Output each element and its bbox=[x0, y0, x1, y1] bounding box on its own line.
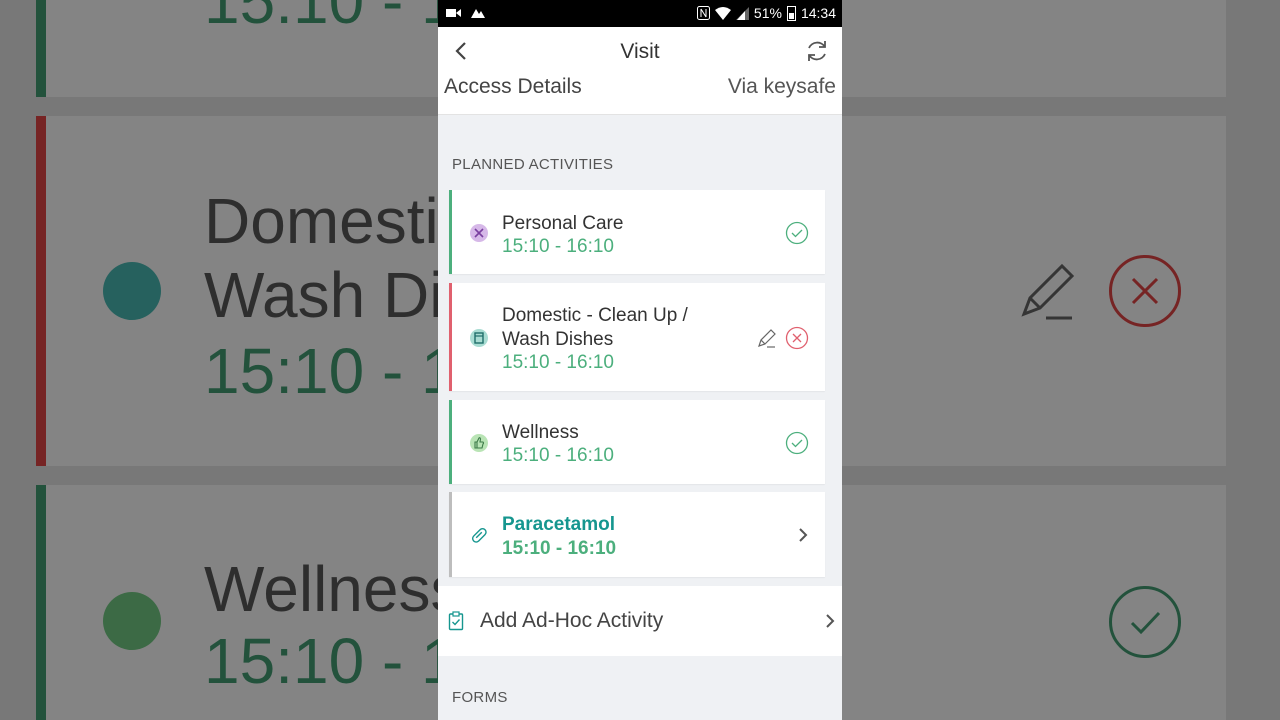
activity-card-personal-care[interactable]: Personal Care 15:10 - 16:10 bbox=[449, 190, 825, 274]
activity-name-line2: Wash Dishes bbox=[502, 329, 614, 350]
thumbs-up-icon bbox=[470, 434, 488, 452]
activity-time: 15:10 - 16:10 bbox=[502, 352, 614, 373]
clipboard-check-icon bbox=[448, 611, 464, 631]
activity-name-line1: Domestic - Clean Up / bbox=[502, 305, 688, 326]
access-details-label: Access Details bbox=[444, 75, 582, 98]
dishwasher-icon bbox=[470, 329, 488, 347]
activity-card-wellness[interactable]: Wellness 15:10 - 16:10 bbox=[449, 400, 825, 484]
add-adhoc-activity-label: Add Ad-Hoc Activity bbox=[480, 609, 664, 632]
battery-icon bbox=[786, 5, 796, 21]
video-icon bbox=[446, 9, 461, 17]
activity-time: 15:10 - 16:10 bbox=[502, 445, 614, 466]
activity-time: 15:10 - 16:10 bbox=[502, 236, 614, 257]
app-bar: Visit bbox=[438, 27, 842, 76]
phone-screen: 51% 14:34 Visit Access Details Via keysa… bbox=[438, 0, 842, 720]
completed-check-icon[interactable] bbox=[785, 221, 809, 245]
medication-name: Paracetamol bbox=[502, 514, 616, 535]
pencil-icon[interactable] bbox=[755, 326, 779, 350]
gallery-icon bbox=[471, 9, 485, 18]
nfc-icon bbox=[696, 6, 710, 20]
medication-time: 15:10 - 16:10 bbox=[502, 538, 617, 559]
completed-check-icon[interactable] bbox=[785, 431, 809, 455]
wifi-icon bbox=[714, 6, 731, 20]
forms-heading: FORMS bbox=[452, 689, 508, 706]
activity-name: Wellness bbox=[502, 422, 579, 443]
add-adhoc-activity-row[interactable]: Add Ad-Hoc Activity bbox=[438, 586, 842, 656]
chevron-right-icon bbox=[826, 614, 835, 628]
signal-icon bbox=[735, 6, 749, 20]
clock: 14:34 bbox=[800, 5, 836, 21]
medication-card-paracetamol[interactable]: Paracetamol 15:10 - 16:10 bbox=[449, 492, 825, 577]
not-completed-x-icon[interactable] bbox=[785, 326, 809, 350]
access-details-value: Via keysafe bbox=[727, 75, 836, 98]
planned-activities-heading: PLANNED ACTIVITIES bbox=[452, 156, 614, 173]
page-title: Visit bbox=[620, 40, 660, 63]
access-details-row: Access Details Via keysafe bbox=[438, 75, 842, 115]
battery-percent: 51% bbox=[753, 5, 782, 21]
pill-icon bbox=[471, 527, 487, 543]
activity-card-domestic[interactable]: Domestic - Clean Up / Wash Dishes 15:10 … bbox=[449, 283, 825, 391]
refresh-icon[interactable] bbox=[804, 38, 830, 64]
activity-name: Personal Care bbox=[502, 213, 624, 234]
personal-care-icon bbox=[470, 224, 488, 242]
status-bar: 51% 14:34 bbox=[438, 0, 842, 27]
chevron-right-icon[interactable] bbox=[791, 523, 815, 547]
